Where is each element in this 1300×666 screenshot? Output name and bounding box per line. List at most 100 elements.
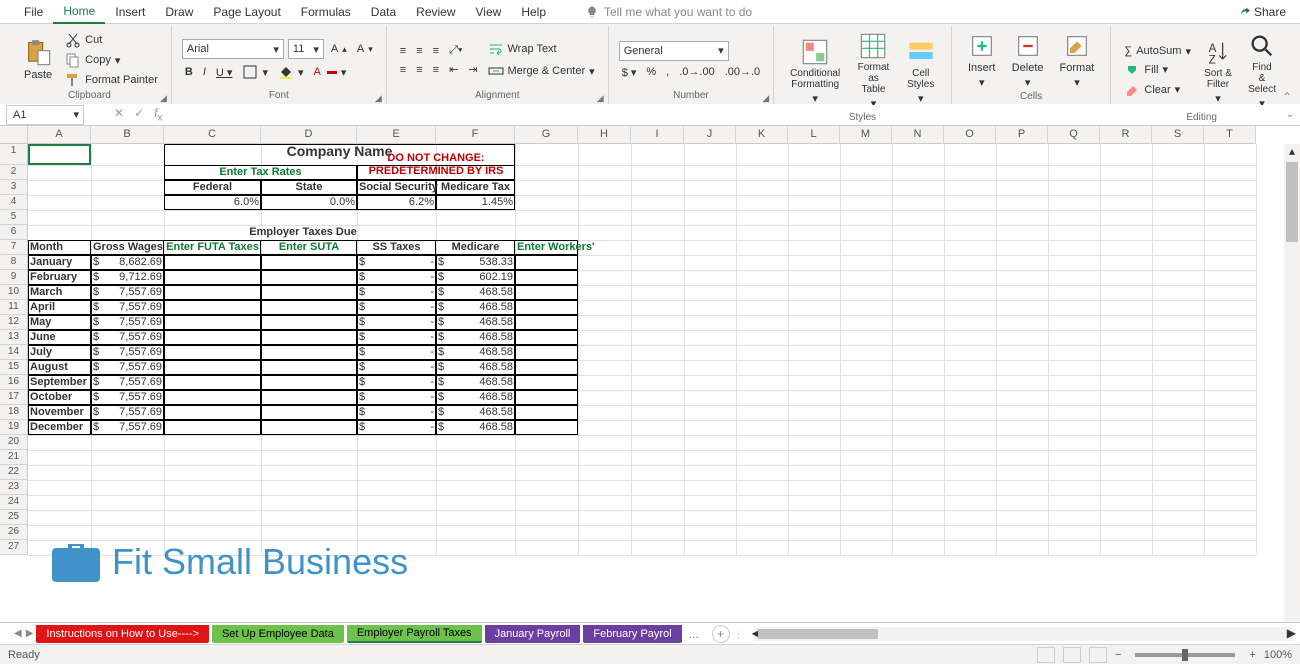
rate-ss[interactable]: 6.2%: [357, 195, 436, 210]
tab-formulas[interactable]: Formulas: [291, 1, 361, 23]
decrease-decimal-button[interactable]: .00→.0: [722, 65, 763, 79]
med-7[interactable]: $468.58: [436, 360, 515, 375]
row-header-6[interactable]: 6: [0, 225, 28, 240]
th-futa[interactable]: Enter FUTA Taxes: [164, 240, 261, 255]
view-page-break-button[interactable]: [1089, 647, 1107, 663]
ss-4[interactable]: $-: [357, 315, 436, 330]
fill-color-button[interactable]: ▾: [275, 63, 307, 81]
col-header-N[interactable]: N: [892, 126, 944, 144]
month-October[interactable]: October: [28, 390, 91, 405]
month-December[interactable]: December: [28, 420, 91, 435]
col-header-G[interactable]: G: [515, 126, 578, 144]
month-August[interactable]: August: [28, 360, 91, 375]
month-April[interactable]: April: [28, 300, 91, 315]
col-header-J[interactable]: J: [684, 126, 736, 144]
zoom-slider[interactable]: [1135, 653, 1235, 657]
col-header-A[interactable]: A: [28, 126, 91, 144]
align-right-button[interactable]: ≡: [430, 63, 442, 77]
formula-input[interactable]: [162, 105, 1286, 125]
orientation-button[interactable]: ⤢▾: [446, 43, 465, 58]
month-February[interactable]: February: [28, 270, 91, 285]
med-4[interactable]: $468.58: [436, 315, 515, 330]
col-header-L[interactable]: L: [788, 126, 840, 144]
col-header-R[interactable]: R: [1100, 126, 1152, 144]
th-workers-comp[interactable]: Enter Workers': [515, 240, 578, 255]
sort-filter-button[interactable]: AZSort & Filter▾: [1198, 30, 1238, 112]
month-May[interactable]: May: [28, 315, 91, 330]
gross-wages-2[interactable]: $7,557.69: [91, 285, 164, 300]
sheet-tab-setup[interactable]: Set Up Employee Data: [212, 625, 344, 643]
month-September[interactable]: September: [28, 375, 91, 390]
add-sheet-button[interactable]: +: [712, 625, 730, 643]
sheet-tabs-more[interactable]: ...: [685, 627, 703, 641]
tab-insert[interactable]: Insert: [105, 1, 155, 23]
ss-8[interactable]: $-: [357, 375, 436, 390]
med-2[interactable]: $468.58: [436, 285, 515, 300]
row-header-13[interactable]: 13: [0, 330, 28, 345]
col-header-B[interactable]: B: [91, 126, 164, 144]
col-header-I[interactable]: I: [631, 126, 684, 144]
font-size-select[interactable]: 11▾: [288, 39, 324, 59]
col-header-E[interactable]: E: [357, 126, 436, 144]
rate-medicare[interactable]: 1.45%: [436, 195, 515, 210]
zoom-in-button[interactable]: +: [1249, 649, 1255, 661]
hdr-ss[interactable]: Social Security: [357, 180, 436, 195]
gross-wages-5[interactable]: $7,557.69: [91, 330, 164, 345]
ss-6[interactable]: $-: [357, 345, 436, 360]
row-header-20[interactable]: 20: [0, 435, 28, 450]
accounting-button[interactable]: $ ▾: [619, 65, 640, 80]
sheet-nav-prev[interactable]: ◀: [14, 628, 22, 639]
insert-cells-button[interactable]: Insert▾: [962, 30, 1002, 91]
row-header-2[interactable]: 2: [0, 165, 28, 180]
format-cells-button[interactable]: Format▾: [1054, 30, 1101, 91]
align-top-button[interactable]: ≡: [397, 44, 409, 58]
autosum-button[interactable]: ∑ AutoSum ▾: [1121, 44, 1194, 59]
italic-button[interactable]: I: [200, 65, 209, 79]
row-header-19[interactable]: 19: [0, 420, 28, 435]
row-header-8[interactable]: 8: [0, 255, 28, 270]
month-July[interactable]: July: [28, 345, 91, 360]
row-header-11[interactable]: 11: [0, 300, 28, 315]
gross-wages-11[interactable]: $7,557.69: [91, 420, 164, 435]
hdr-state[interactable]: State: [261, 180, 357, 195]
gross-wages-10[interactable]: $7,557.69: [91, 405, 164, 420]
shrink-font-button[interactable]: A▾: [354, 42, 376, 56]
copy-button[interactable]: Copy ▾: [62, 51, 161, 69]
sheet-nav-next[interactable]: ▶: [26, 628, 34, 639]
med-3[interactable]: $468.58: [436, 300, 515, 315]
col-header-K[interactable]: K: [736, 126, 788, 144]
med-8[interactable]: $468.58: [436, 375, 515, 390]
enter-formula-button[interactable]: ✓: [134, 106, 144, 123]
row-header-10[interactable]: 10: [0, 285, 28, 300]
tab-review[interactable]: Review: [406, 1, 465, 23]
align-middle-button[interactable]: ≡: [413, 44, 425, 58]
ss-11[interactable]: $-: [357, 420, 436, 435]
wrap-text-button[interactable]: Wrap Text: [485, 40, 598, 58]
row-header-3[interactable]: 3: [0, 180, 28, 195]
number-launcher[interactable]: ◢: [762, 93, 769, 104]
tab-help[interactable]: Help: [511, 1, 556, 23]
ss-2[interactable]: $-: [357, 285, 436, 300]
font-color-button[interactable]: A▾: [311, 65, 350, 80]
gross-wages-8[interactable]: $7,557.69: [91, 375, 164, 390]
hdr-medicare[interactable]: Medicare Tax: [436, 180, 515, 195]
col-header-S[interactable]: S: [1152, 126, 1204, 144]
align-center-button[interactable]: ≡: [413, 63, 425, 77]
number-format-select[interactable]: General▾: [619, 41, 729, 61]
med-1[interactable]: $602.19: [436, 270, 515, 285]
tab-data[interactable]: Data: [361, 1, 406, 23]
row-header-16[interactable]: 16: [0, 375, 28, 390]
irs-note[interactable]: DO NOT CHANGE:PREDETERMINED BY IRS: [357, 152, 515, 180]
cell-styles-button[interactable]: Cell Styles▾: [901, 30, 941, 112]
med-5[interactable]: $468.58: [436, 330, 515, 345]
ss-10[interactable]: $-: [357, 405, 436, 420]
tell-me-search[interactable]: Tell me what you want to do: [586, 5, 752, 19]
font-name-select[interactable]: Arial▾: [182, 39, 284, 59]
clear-button[interactable]: Clear ▾: [1121, 81, 1194, 99]
alignment-launcher[interactable]: ◢: [597, 93, 604, 104]
zoom-out-button[interactable]: −: [1115, 649, 1121, 661]
row-header-4[interactable]: 4: [0, 195, 28, 210]
med-0[interactable]: $538.33: [436, 255, 515, 270]
cut-button[interactable]: Cut: [62, 31, 161, 49]
collapse-ribbon-button[interactable]: ⌃: [1282, 90, 1292, 104]
